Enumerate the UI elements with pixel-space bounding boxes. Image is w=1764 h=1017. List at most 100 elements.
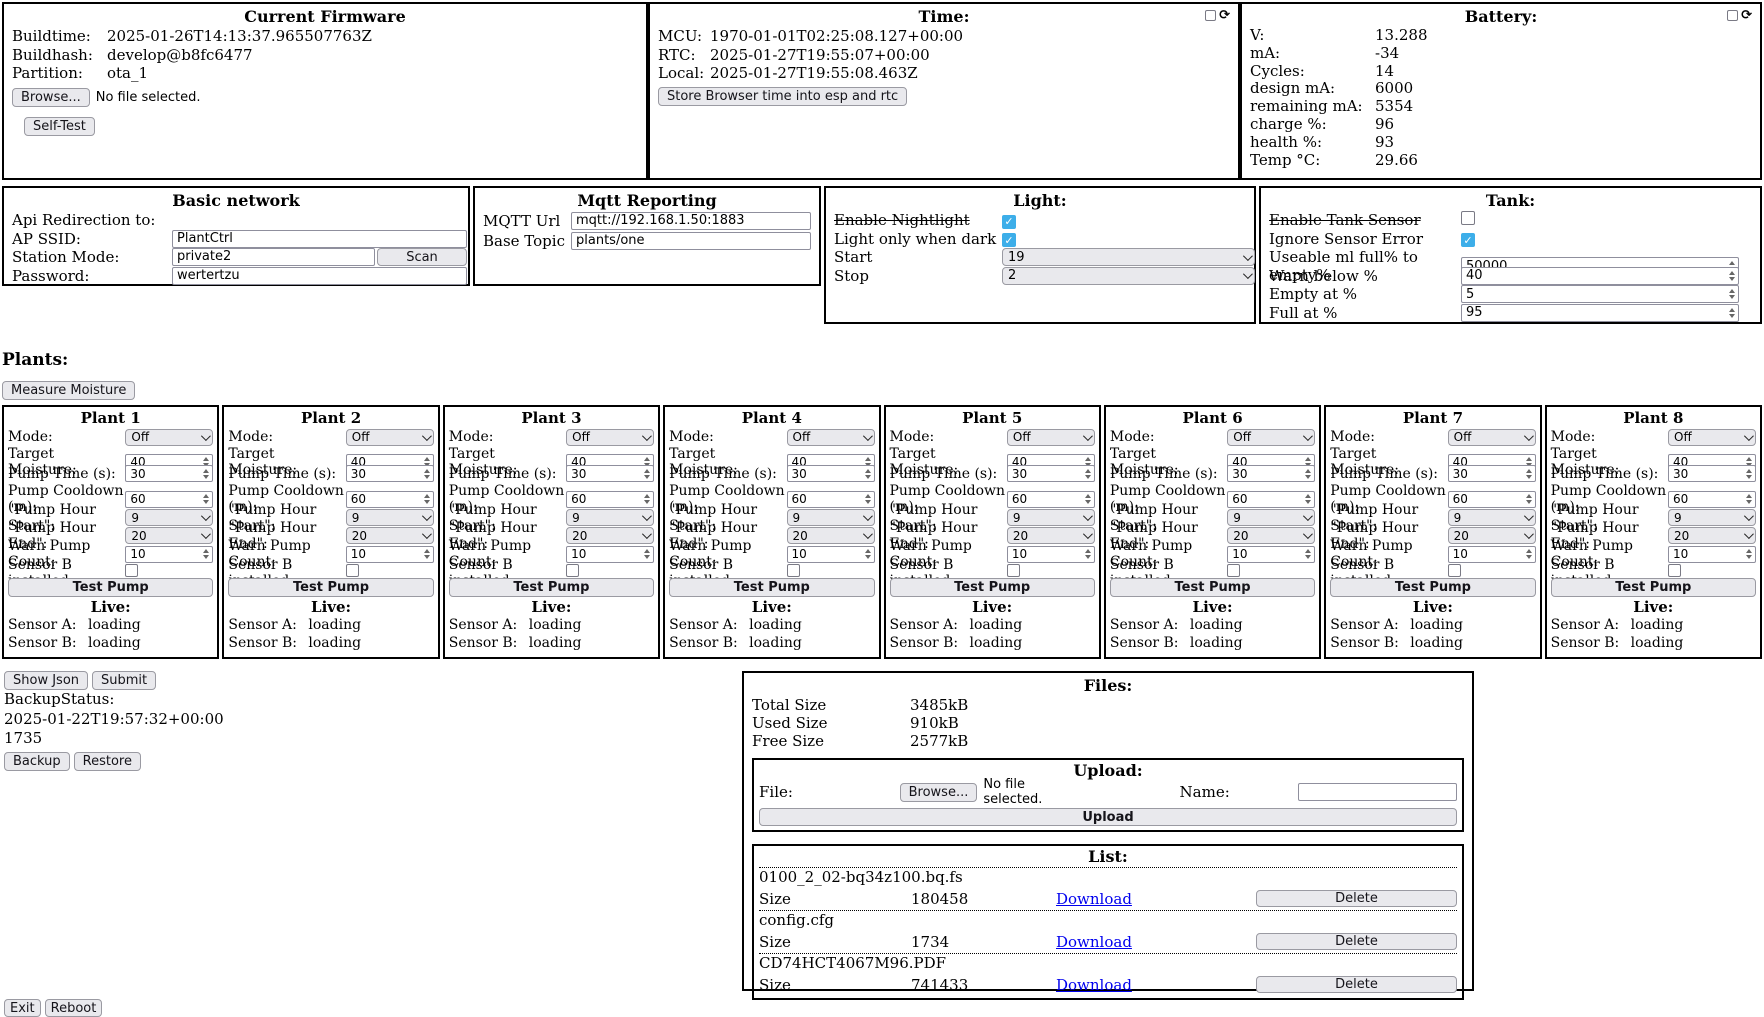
sensor-b-installed-checkbox[interactable] xyxy=(1007,564,1020,577)
warn-pump-count-input[interactable]: 10 xyxy=(1227,546,1315,563)
pump-time-input[interactable]: 30 xyxy=(125,465,213,482)
spinner-arrows-icon[interactable] xyxy=(1526,549,1532,559)
spinner-arrows-icon[interactable] xyxy=(1085,549,1091,559)
test-pump-button[interactable]: Test Pump xyxy=(890,578,1095,597)
firmware-browse-button[interactable]: Browse... xyxy=(12,88,90,107)
scan-button[interactable]: Scan xyxy=(377,248,467,266)
spinner-arrows-icon[interactable] xyxy=(203,469,209,479)
light-start-select[interactable]: 19 xyxy=(1002,248,1255,266)
spinner-arrows-icon[interactable] xyxy=(865,549,871,559)
pump-hour-end-select[interactable]: 20 xyxy=(1448,527,1536,544)
time-autorefresh-checkbox[interactable] xyxy=(1205,10,1216,21)
pump-cooldown-input[interactable]: 60 xyxy=(346,491,434,508)
sensor-b-installed-checkbox[interactable] xyxy=(346,564,359,577)
station-mode-input[interactable]: private2 xyxy=(172,248,375,266)
empty-at-input[interactable]: 5 xyxy=(1461,285,1739,303)
pump-cooldown-input[interactable]: 60 xyxy=(566,491,654,508)
download-link[interactable]: Download xyxy=(1056,933,1132,951)
test-pump-button[interactable]: Test Pump xyxy=(1551,578,1756,597)
mode-select[interactable]: Off xyxy=(1007,429,1095,446)
pump-cooldown-input[interactable]: 60 xyxy=(125,491,213,508)
download-link[interactable]: Download xyxy=(1056,890,1132,908)
exit-button[interactable]: Exit xyxy=(4,999,41,1017)
mode-select[interactable]: Off xyxy=(566,429,654,446)
warn-pump-count-input[interactable]: 10 xyxy=(1668,546,1756,563)
battery-autorefresh-checkbox[interactable] xyxy=(1727,10,1738,21)
spinner-arrows-icon[interactable] xyxy=(1746,494,1752,504)
backup-button[interactable]: Backup xyxy=(4,752,70,771)
restore-button[interactable]: Restore xyxy=(74,752,141,771)
pump-hour-end-select[interactable]: 20 xyxy=(566,527,654,544)
spinner-arrows-icon[interactable] xyxy=(1305,469,1311,479)
reboot-button[interactable]: Reboot xyxy=(45,999,103,1017)
self-test-button[interactable]: Self-Test xyxy=(24,117,95,136)
test-pump-button[interactable]: Test Pump xyxy=(8,578,213,597)
pump-hour-end-select[interactable]: 20 xyxy=(1668,527,1756,544)
spinner-arrows-icon[interactable] xyxy=(424,494,430,504)
spinner-arrows-icon[interactable] xyxy=(644,494,650,504)
pump-hour-start-select[interactable]: 9 xyxy=(787,509,875,526)
sensor-b-installed-checkbox[interactable] xyxy=(1668,564,1681,577)
pump-cooldown-input[interactable]: 60 xyxy=(1227,491,1315,508)
pump-hour-start-select[interactable]: 9 xyxy=(1668,509,1756,526)
warn-pump-count-input[interactable]: 10 xyxy=(1007,546,1095,563)
test-pump-button[interactable]: Test Pump xyxy=(1110,578,1315,597)
pump-time-input[interactable]: 30 xyxy=(1007,465,1095,482)
upload-button[interactable]: Upload xyxy=(759,808,1457,826)
battery-refresh-icon[interactable]: ⟳ xyxy=(1741,9,1752,22)
spinner-arrows-icon[interactable] xyxy=(203,549,209,559)
light-only-dark-checkbox[interactable] xyxy=(1002,233,1016,247)
upload-browse-button[interactable]: Browse... xyxy=(900,783,978,802)
mode-select[interactable]: Off xyxy=(346,429,434,446)
sensor-b-installed-checkbox[interactable] xyxy=(787,564,800,577)
password-input[interactable]: wertertzu xyxy=(172,267,467,285)
pump-time-input[interactable]: 30 xyxy=(1227,465,1315,482)
pump-hour-start-select[interactable]: 9 xyxy=(1007,509,1095,526)
warn-pump-count-input[interactable]: 10 xyxy=(787,546,875,563)
ap-ssid-input[interactable]: PlantCtrl xyxy=(172,230,467,248)
test-pump-button[interactable]: Test Pump xyxy=(1330,578,1535,597)
sensor-b-installed-checkbox[interactable] xyxy=(1227,564,1240,577)
pump-cooldown-input[interactable]: 60 xyxy=(1448,491,1536,508)
submit-button[interactable]: Submit xyxy=(92,671,156,690)
pump-time-input[interactable]: 30 xyxy=(1668,465,1756,482)
spinner-arrows-icon[interactable] xyxy=(1746,549,1752,559)
mode-select[interactable]: Off xyxy=(1668,429,1756,446)
measure-moisture-button[interactable]: Measure Moisture xyxy=(2,381,135,400)
download-link[interactable]: Download xyxy=(1056,976,1132,994)
pump-time-input[interactable]: 30 xyxy=(346,465,434,482)
test-pump-button[interactable]: Test Pump xyxy=(449,578,654,597)
mode-select[interactable]: Off xyxy=(1227,429,1315,446)
warn-pump-count-input[interactable]: 10 xyxy=(346,546,434,563)
spinner-arrows-icon[interactable] xyxy=(1729,289,1735,299)
test-pump-button[interactable]: Test Pump xyxy=(228,578,433,597)
pump-hour-start-select[interactable]: 9 xyxy=(1227,509,1315,526)
enable-nightlight-checkbox[interactable] xyxy=(1002,215,1016,229)
ignore-sensor-error-checkbox[interactable] xyxy=(1461,233,1475,247)
mode-select[interactable]: Off xyxy=(1448,429,1536,446)
spinner-arrows-icon[interactable] xyxy=(1729,308,1735,318)
delete-button[interactable]: Delete xyxy=(1256,933,1457,950)
spinner-arrows-icon[interactable] xyxy=(1526,494,1532,504)
store-browser-time-button[interactable]: Store Browser time into esp and rtc xyxy=(658,87,907,106)
pump-hour-end-select[interactable]: 20 xyxy=(1007,527,1095,544)
spinner-arrows-icon[interactable] xyxy=(865,494,871,504)
spinner-arrows-icon[interactable] xyxy=(1085,469,1091,479)
warn-below-input[interactable]: 40 xyxy=(1461,267,1739,285)
test-pump-button[interactable]: Test Pump xyxy=(669,578,874,597)
show-json-button[interactable]: Show Json xyxy=(4,671,88,690)
pump-hour-start-select[interactable]: 9 xyxy=(346,509,434,526)
spinner-arrows-icon[interactable] xyxy=(1085,494,1091,504)
pump-hour-end-select[interactable]: 20 xyxy=(125,527,213,544)
base-topic-input[interactable]: plants/one xyxy=(571,232,811,250)
spinner-arrows-icon[interactable] xyxy=(1746,469,1752,479)
spinner-arrows-icon[interactable] xyxy=(644,469,650,479)
mqtt-url-input[interactable]: mqtt://192.168.1.50:1883 xyxy=(571,212,811,230)
spinner-arrows-icon[interactable] xyxy=(644,549,650,559)
upload-name-input[interactable] xyxy=(1298,783,1457,801)
sensor-b-installed-checkbox[interactable] xyxy=(125,564,138,577)
spinner-arrows-icon[interactable] xyxy=(203,494,209,504)
sensor-b-installed-checkbox[interactable] xyxy=(1448,564,1461,577)
light-stop-select[interactable]: 2 xyxy=(1002,267,1255,285)
pump-cooldown-input[interactable]: 60 xyxy=(1668,491,1756,508)
